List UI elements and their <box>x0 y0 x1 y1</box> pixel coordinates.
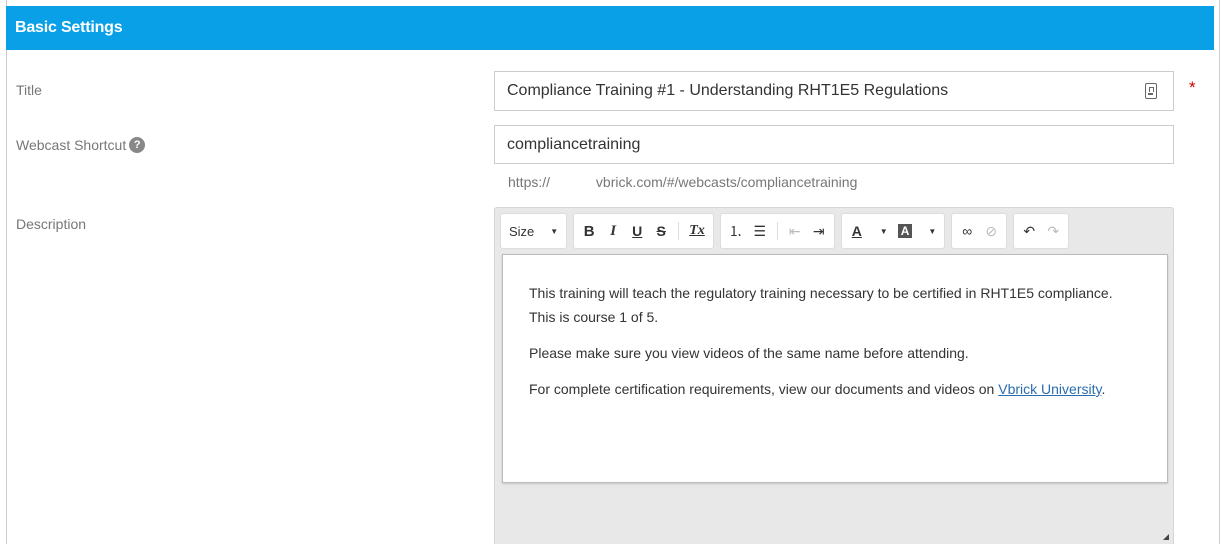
format-group: B I U S Tx <box>573 213 714 249</box>
paragraph-3-text: For complete certification requirements,… <box>529 381 999 397</box>
description-paragraph-3: For complete certification requirements,… <box>529 377 1141 401</box>
font-size-dropdown[interactable]: Size ▼ <box>500 213 568 249</box>
section-header: Basic Settings <box>6 6 1214 50</box>
outdent-icon[interactable]: ⇤ <box>788 221 802 241</box>
indent-icon[interactable]: ⇥ <box>812 221 826 241</box>
vbrick-university-link[interactable]: Vbrick University <box>998 381 1101 397</box>
resize-handle[interactable] <box>1163 534 1169 540</box>
description-label: Description <box>16 216 87 232</box>
editor-content-area[interactable]: This training will teach the regulatory … <box>502 254 1168 483</box>
title-label: Title <box>16 82 42 98</box>
description-paragraph-1: This training will teach the regulatory … <box>529 285 1113 325</box>
editor-toolbar: Size ▼ B I U S Tx ⒈ ☰ ⇤ ⇥ A ▼ A ▼ ∞ ⊘ ↶ … <box>500 213 1070 249</box>
italic-button[interactable]: I <box>606 221 620 241</box>
chevron-down-icon[interactable]: ▼ <box>880 227 888 236</box>
bold-button[interactable]: B <box>582 221 596 241</box>
bullet-list-icon[interactable]: ☰ <box>753 221 767 241</box>
unlink-icon[interactable]: ⊘ <box>984 221 998 241</box>
required-indicator: * <box>1189 78 1196 97</box>
link-icon[interactable]: ∞ <box>960 221 974 241</box>
undo-icon[interactable]: ↶ <box>1022 221 1036 241</box>
clear-format-button[interactable]: Tx <box>689 221 705 241</box>
chevron-down-icon: ▼ <box>550 226 559 236</box>
underline-button[interactable]: U <box>630 221 644 241</box>
toolbar-divider <box>678 222 680 240</box>
shortcut-value: compliancetraining <box>507 136 641 153</box>
font-size-label: Size <box>509 223 535 239</box>
webcast-shortcut-label-text: Webcast Shortcut <box>16 137 127 153</box>
toolbar-divider <box>776 222 778 240</box>
color-group: A ▼ A ▼ <box>840 213 946 249</box>
webcast-shortcut-label: Webcast Shortcut ? <box>16 137 146 153</box>
redo-icon[interactable]: ↷ <box>1046 221 1060 241</box>
background-color-glyph: A <box>897 224 913 238</box>
shortcut-url-preview: https:// vbrick.com/#/webcasts/complianc… <box>508 174 858 190</box>
link-group: ∞ ⊘ <box>951 213 1008 249</box>
rich-text-editor: Size ▼ B I U S Tx ⒈ ☰ ⇤ ⇥ A ▼ A ▼ ∞ ⊘ ↶ … <box>494 207 1174 544</box>
strikethrough-button[interactable]: S <box>654 221 668 241</box>
chevron-down-icon[interactable]: ▼ <box>928 227 936 236</box>
description-paragraph-2: Please make sure you view videos of the … <box>529 345 969 361</box>
ordered-list-icon[interactable]: ⒈ <box>729 221 743 241</box>
paragraph-3-end: . <box>1101 381 1106 397</box>
text-color-button[interactable]: A <box>850 221 864 241</box>
background-color-button[interactable]: A <box>897 221 913 241</box>
webcast-shortcut-input[interactable]: compliancetraining <box>494 125 1174 164</box>
title-value: Compliance Training #1 - Understanding R… <box>507 82 949 99</box>
help-icon[interactable]: ? <box>129 137 146 153</box>
list-group: ⒈ ☰ ⇤ ⇥ <box>719 213 835 249</box>
clipboard-icon[interactable] <box>1145 83 1157 99</box>
title-input[interactable]: Compliance Training #1 - Understanding R… <box>494 71 1174 111</box>
history-group: ↶ ↷ <box>1013 213 1070 249</box>
